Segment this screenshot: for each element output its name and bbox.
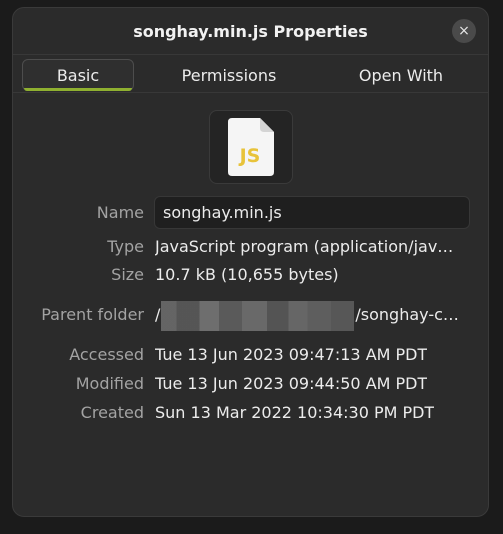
js-icon-label: JS [238, 145, 261, 167]
redacted-path-block [161, 300, 355, 331]
modified-value: Tue 13 Jun 2023 09:44:50 AM PDT [155, 374, 428, 393]
type-label: Type [107, 237, 144, 256]
titlebar: songhay.min.js Properties × [13, 8, 488, 54]
tab-basic[interactable]: Basic [22, 59, 134, 91]
file-icon-button[interactable]: JS [209, 110, 293, 184]
properties-dialog: songhay.min.js Properties × Basic Permis… [12, 7, 489, 517]
name-field[interactable]: songhay.min.js [154, 196, 470, 229]
parent-path-suffix: /songhay-c… [355, 305, 459, 324]
close-icon: × [458, 23, 470, 39]
dialog-title: songhay.min.js Properties [133, 21, 368, 41]
created-label: Created [80, 403, 144, 422]
accessed-label: Accessed [69, 345, 144, 364]
tab-open-with[interactable]: Open With [337, 59, 465, 91]
tab-open-with-label: Open With [358, 65, 444, 85]
created-value: Sun 13 Mar 2022 10:34:30 PM PDT [155, 403, 435, 422]
name-field-value: songhay.min.js [163, 203, 282, 222]
type-value: JavaScript program (application/jav… [155, 237, 454, 256]
name-label: Name [96, 203, 144, 222]
parent-folder-label: Parent folder [41, 305, 144, 324]
tab-permissions[interactable]: Permissions [163, 59, 295, 91]
tab-permissions-label: Permissions [181, 65, 277, 85]
tab-basic-label: Basic [56, 65, 100, 85]
parent-path-prefix: / [155, 305, 161, 324]
parent-folder-value[interactable]: / /songhay-c… [155, 300, 459, 331]
js-file-icon: JS [228, 118, 274, 176]
size-value: 10.7 kB (10,655 bytes) [155, 265, 339, 284]
tab-bar: Basic Permissions Open With [13, 54, 488, 93]
size-label: Size [111, 265, 144, 284]
modified-label: Modified [75, 374, 144, 393]
accessed-value: Tue 13 Jun 2023 09:47:13 AM PDT [155, 345, 428, 364]
close-button[interactable]: × [452, 19, 476, 43]
